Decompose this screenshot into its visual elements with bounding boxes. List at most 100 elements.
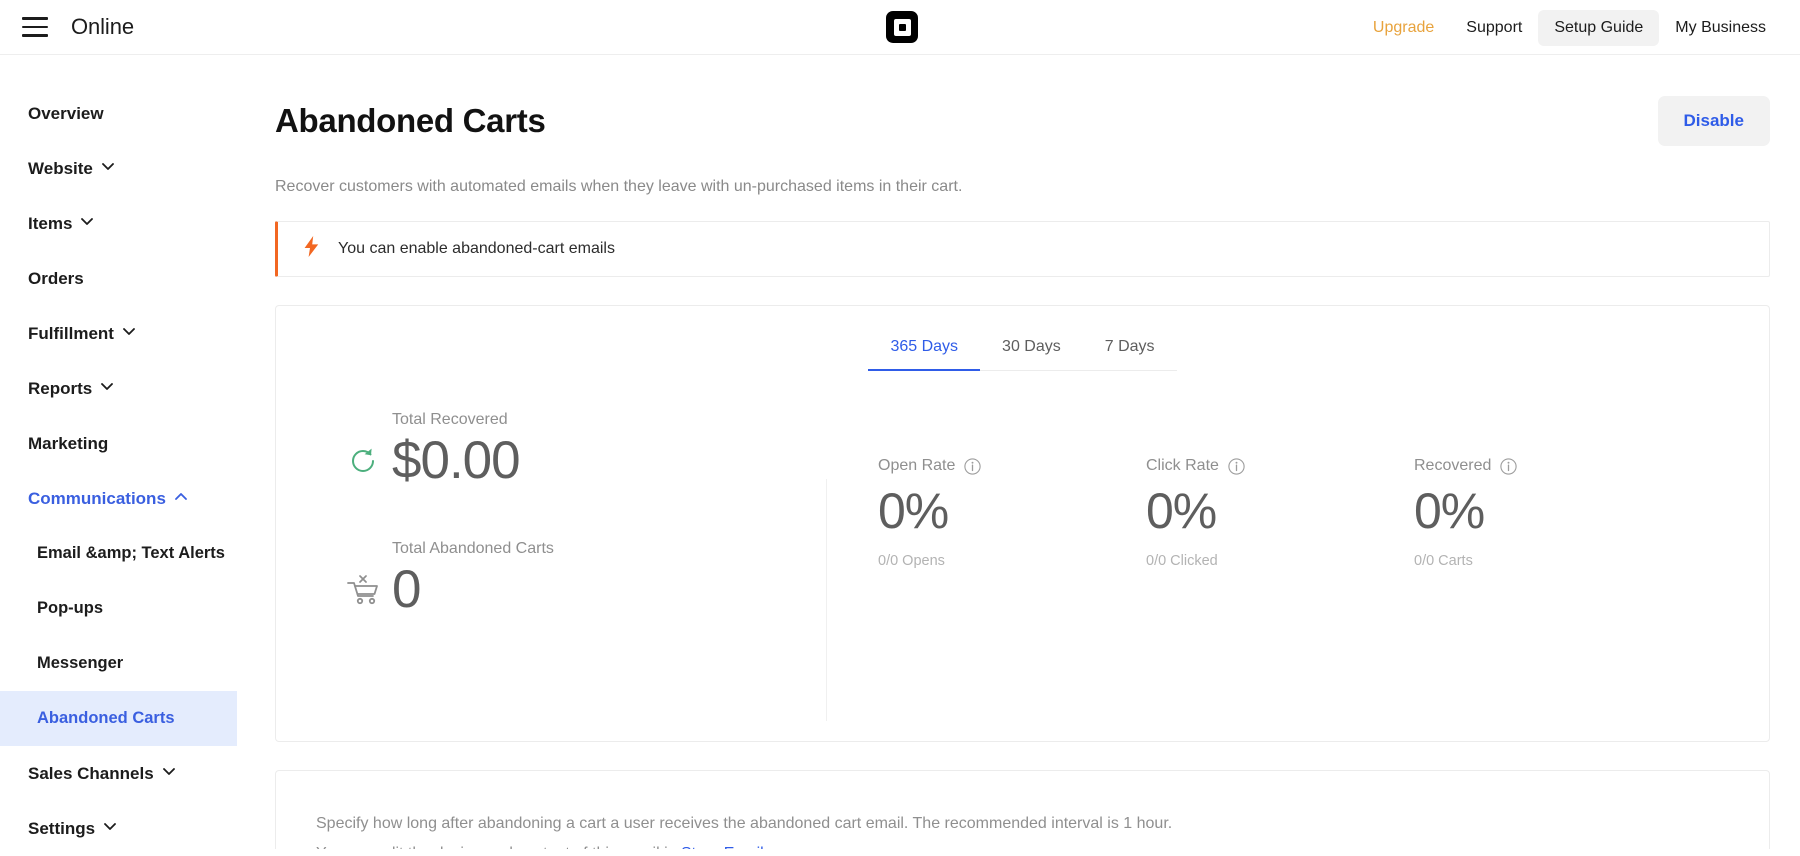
metric-label: Open Rate — [878, 457, 955, 475]
total-abandoned-carts-value: 0 — [392, 560, 420, 621]
timing-description-line2: You can edit the design and content of t… — [316, 839, 1769, 849]
info-icon[interactable] — [964, 458, 981, 475]
hamburger-bar — [22, 34, 48, 37]
topnav-item-upgrade[interactable]: Upgrade — [1357, 10, 1450, 46]
sidebar-item-label: Items — [28, 214, 72, 234]
stats-card: 365 Days30 Days7 Days Total Recovered $0… — [275, 305, 1770, 742]
metrics-row: Open Rate0%0/0 OpensClick Rate0%0/0 Clic… — [826, 391, 1769, 621]
top-navigation: UpgradeSupportSetup GuideMy Business — [1357, 0, 1782, 55]
sidebar-item-label: Marketing — [28, 434, 108, 454]
logo-outer-square — [886, 11, 918, 43]
sidebar-item-overview[interactable]: Overview — [0, 86, 237, 141]
sidebar-item-label: Orders — [28, 269, 84, 289]
disable-button[interactable]: Disable — [1658, 96, 1770, 146]
sidebar-item-marketing[interactable]: Marketing — [0, 416, 237, 471]
chevron-down-icon — [81, 217, 92, 228]
page-subtitle: Recover customers with automated emails … — [237, 178, 1800, 196]
timing-description-line1: Specify how long after abandoning a cart… — [316, 809, 1769, 839]
date-range-tabs: 365 Days30 Days7 Days — [276, 306, 1769, 371]
logo-inner-square — [899, 24, 906, 31]
topnav-item-my-business[interactable]: My Business — [1659, 10, 1782, 46]
page-title: Abandoned Carts — [275, 102, 546, 140]
tab-7-days[interactable]: 7 Days — [1083, 332, 1177, 371]
chevron-down-icon — [102, 162, 113, 173]
tab-30-days[interactable]: 30 Days — [980, 332, 1083, 371]
sidebar-item-label: Reports — [28, 379, 92, 399]
metric-sublabel: 0/0 Opens — [878, 553, 1146, 569]
metric-sublabel: 0/0 Clicked — [1146, 553, 1414, 569]
total-abandoned-carts-stat: Total Abandoned Carts 0 — [298, 540, 826, 621]
sidebar-item-orders[interactable]: Orders — [0, 251, 237, 306]
sidebar-item-label: Settings — [28, 819, 95, 839]
hamburger-menu-icon[interactable] — [22, 17, 48, 37]
cart-x-icon — [334, 575, 392, 605]
sidebar-item-label: Fulfillment — [28, 324, 114, 344]
alert-message: You can enable abandoned-cart emails — [338, 240, 615, 258]
sidebar-item-email-and-text-alerts[interactable]: Email &amp; Text Alerts — [0, 526, 237, 581]
sidebar-item-fulfillment[interactable]: Fulfillment — [0, 306, 237, 361]
left-stats-column: Total Recovered $0.00 Total Abandoned Ca… — [276, 391, 826, 621]
total-recovered-label: Total Recovered — [392, 411, 826, 429]
sidebar-item-settings[interactable]: Settings — [0, 801, 237, 856]
logo-mid-square — [894, 19, 911, 36]
total-recovered-stat: Total Recovered $0.00 — [298, 411, 826, 492]
square-logo-icon — [886, 11, 918, 43]
metric-open-rate: Open Rate 0% 0/0 Opens — [878, 457, 1146, 621]
hamburger-bar — [22, 26, 48, 29]
page-title-row: Abandoned Carts Disable — [237, 56, 1800, 146]
timing-description-line2-prefix: You can edit the design and content of t… — [316, 845, 681, 849]
hamburger-bar — [22, 17, 48, 20]
sidebar-item-items[interactable]: Items — [0, 196, 237, 251]
stats-vertical-divider — [826, 479, 827, 721]
main-content: Abandoned Carts Disable Recover customer… — [237, 56, 1800, 849]
chevron-down-icon — [101, 382, 112, 393]
metric-header: Recovered — [1414, 457, 1682, 475]
sidebar-item-label: Messenger — [37, 654, 123, 673]
sidebar-item-reports[interactable]: Reports — [0, 361, 237, 416]
metric-sublabel: 0/0 Carts — [1414, 553, 1682, 569]
chevron-down-icon — [123, 327, 134, 338]
sidebar-item-label: Email &amp; Text Alerts — [37, 544, 225, 563]
metric-click-rate: Click Rate 0% 0/0 Clicked — [1146, 457, 1414, 621]
stats-body: Total Recovered $0.00 Total Abandoned Ca… — [276, 371, 1769, 621]
timing-settings-card: Specify how long after abandoning a cart… — [275, 770, 1770, 849]
total-abandoned-carts-label: Total Abandoned Carts — [392, 540, 826, 558]
sidebar-item-messenger[interactable]: Messenger — [0, 636, 237, 691]
top-header-bar: Online UpgradeSupportSetup GuideMy Busin… — [0, 0, 1800, 55]
total-recovered-value: $0.00 — [392, 431, 520, 492]
sidebar-item-pop-ups[interactable]: Pop-ups — [0, 581, 237, 636]
recover-arrow-icon — [334, 446, 392, 476]
site-name-label: Online — [71, 14, 134, 40]
chevron-up-icon — [175, 492, 186, 503]
metric-header: Open Rate — [878, 457, 1146, 475]
info-icon[interactable] — [1228, 458, 1245, 475]
metric-value: 0% — [878, 483, 1146, 541]
sidebar-item-label: Overview — [28, 104, 104, 124]
sidebar-item-label: Sales Channels — [28, 764, 154, 784]
metric-value: 0% — [1146, 483, 1414, 541]
chevron-down-icon — [104, 822, 115, 833]
total-recovered-row: $0.00 — [298, 431, 826, 492]
info-icon[interactable] — [1500, 458, 1517, 475]
sidebar-navigation: Overview Website Items Orders Fulfillment Rep… — [0, 56, 237, 849]
total-abandoned-carts-row: 0 — [298, 560, 826, 621]
metric-label: Recovered — [1414, 457, 1491, 475]
sidebar-item-abandoned-carts[interactable]: Abandoned Carts — [0, 691, 237, 746]
tab-365-days[interactable]: 365 Days — [868, 332, 980, 371]
metric-header: Click Rate — [1146, 457, 1414, 475]
sidebar-item-label: Website — [28, 159, 93, 179]
sidebar-item-label: Abandoned Carts — [37, 709, 175, 728]
chevron-down-icon — [163, 767, 174, 778]
store-emails-link[interactable]: Store Emails — [681, 845, 772, 849]
lightning-bolt-icon — [304, 236, 319, 262]
sidebar-item-label: Pop-ups — [37, 599, 103, 618]
metric-label: Click Rate — [1146, 457, 1219, 475]
enable-emails-alert: You can enable abandoned-cart emails — [275, 221, 1770, 277]
sidebar-item-communications[interactable]: Communications — [0, 471, 237, 526]
sidebar-item-website[interactable]: Website — [0, 141, 237, 196]
topnav-item-support[interactable]: Support — [1450, 10, 1538, 46]
sidebar-item-sales-channels[interactable]: Sales Channels — [0, 746, 237, 801]
topnav-item-setup-guide[interactable]: Setup Guide — [1538, 10, 1659, 46]
sidebar-item-label: Communications — [28, 489, 166, 509]
date-range-tabs-inner: 365 Days30 Days7 Days — [868, 332, 1176, 371]
